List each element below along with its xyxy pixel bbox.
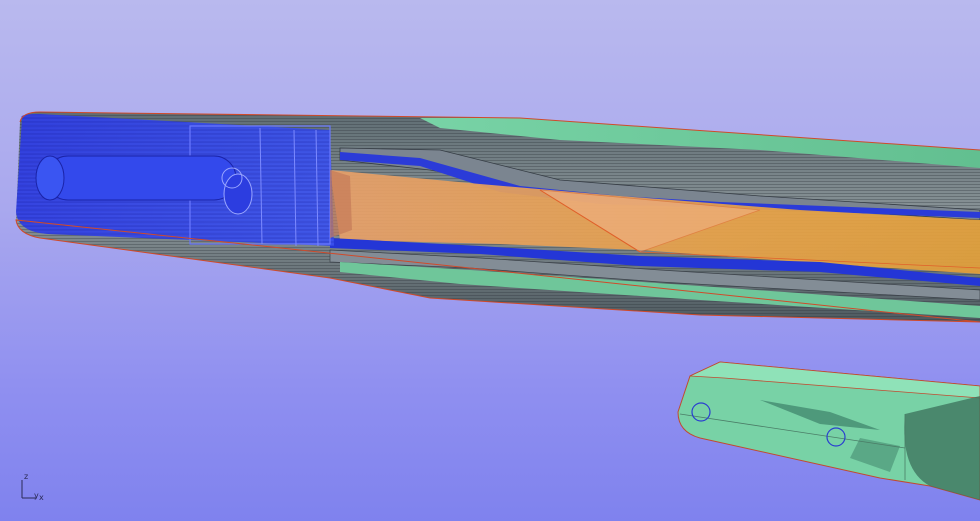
bolt-end-back — [223, 173, 253, 215]
axis-x-label: x — [39, 493, 44, 502]
main-part[interactable] — [15, 111, 980, 323]
secondary-dark-end — [904, 396, 980, 500]
axis-z-label: z — [24, 472, 29, 481]
bolt-cylinder — [45, 155, 237, 201]
3d-viewport[interactable]: z y x — [0, 0, 980, 521]
axis-triad-icon — [21, 480, 36, 499]
secondary-part[interactable] — [677, 361, 980, 501]
axis-triad: z y x — [16, 470, 56, 510]
model-scene[interactable] — [0, 0, 980, 521]
inner-pocket — [330, 170, 352, 238]
bolt-end-front — [35, 155, 65, 201]
